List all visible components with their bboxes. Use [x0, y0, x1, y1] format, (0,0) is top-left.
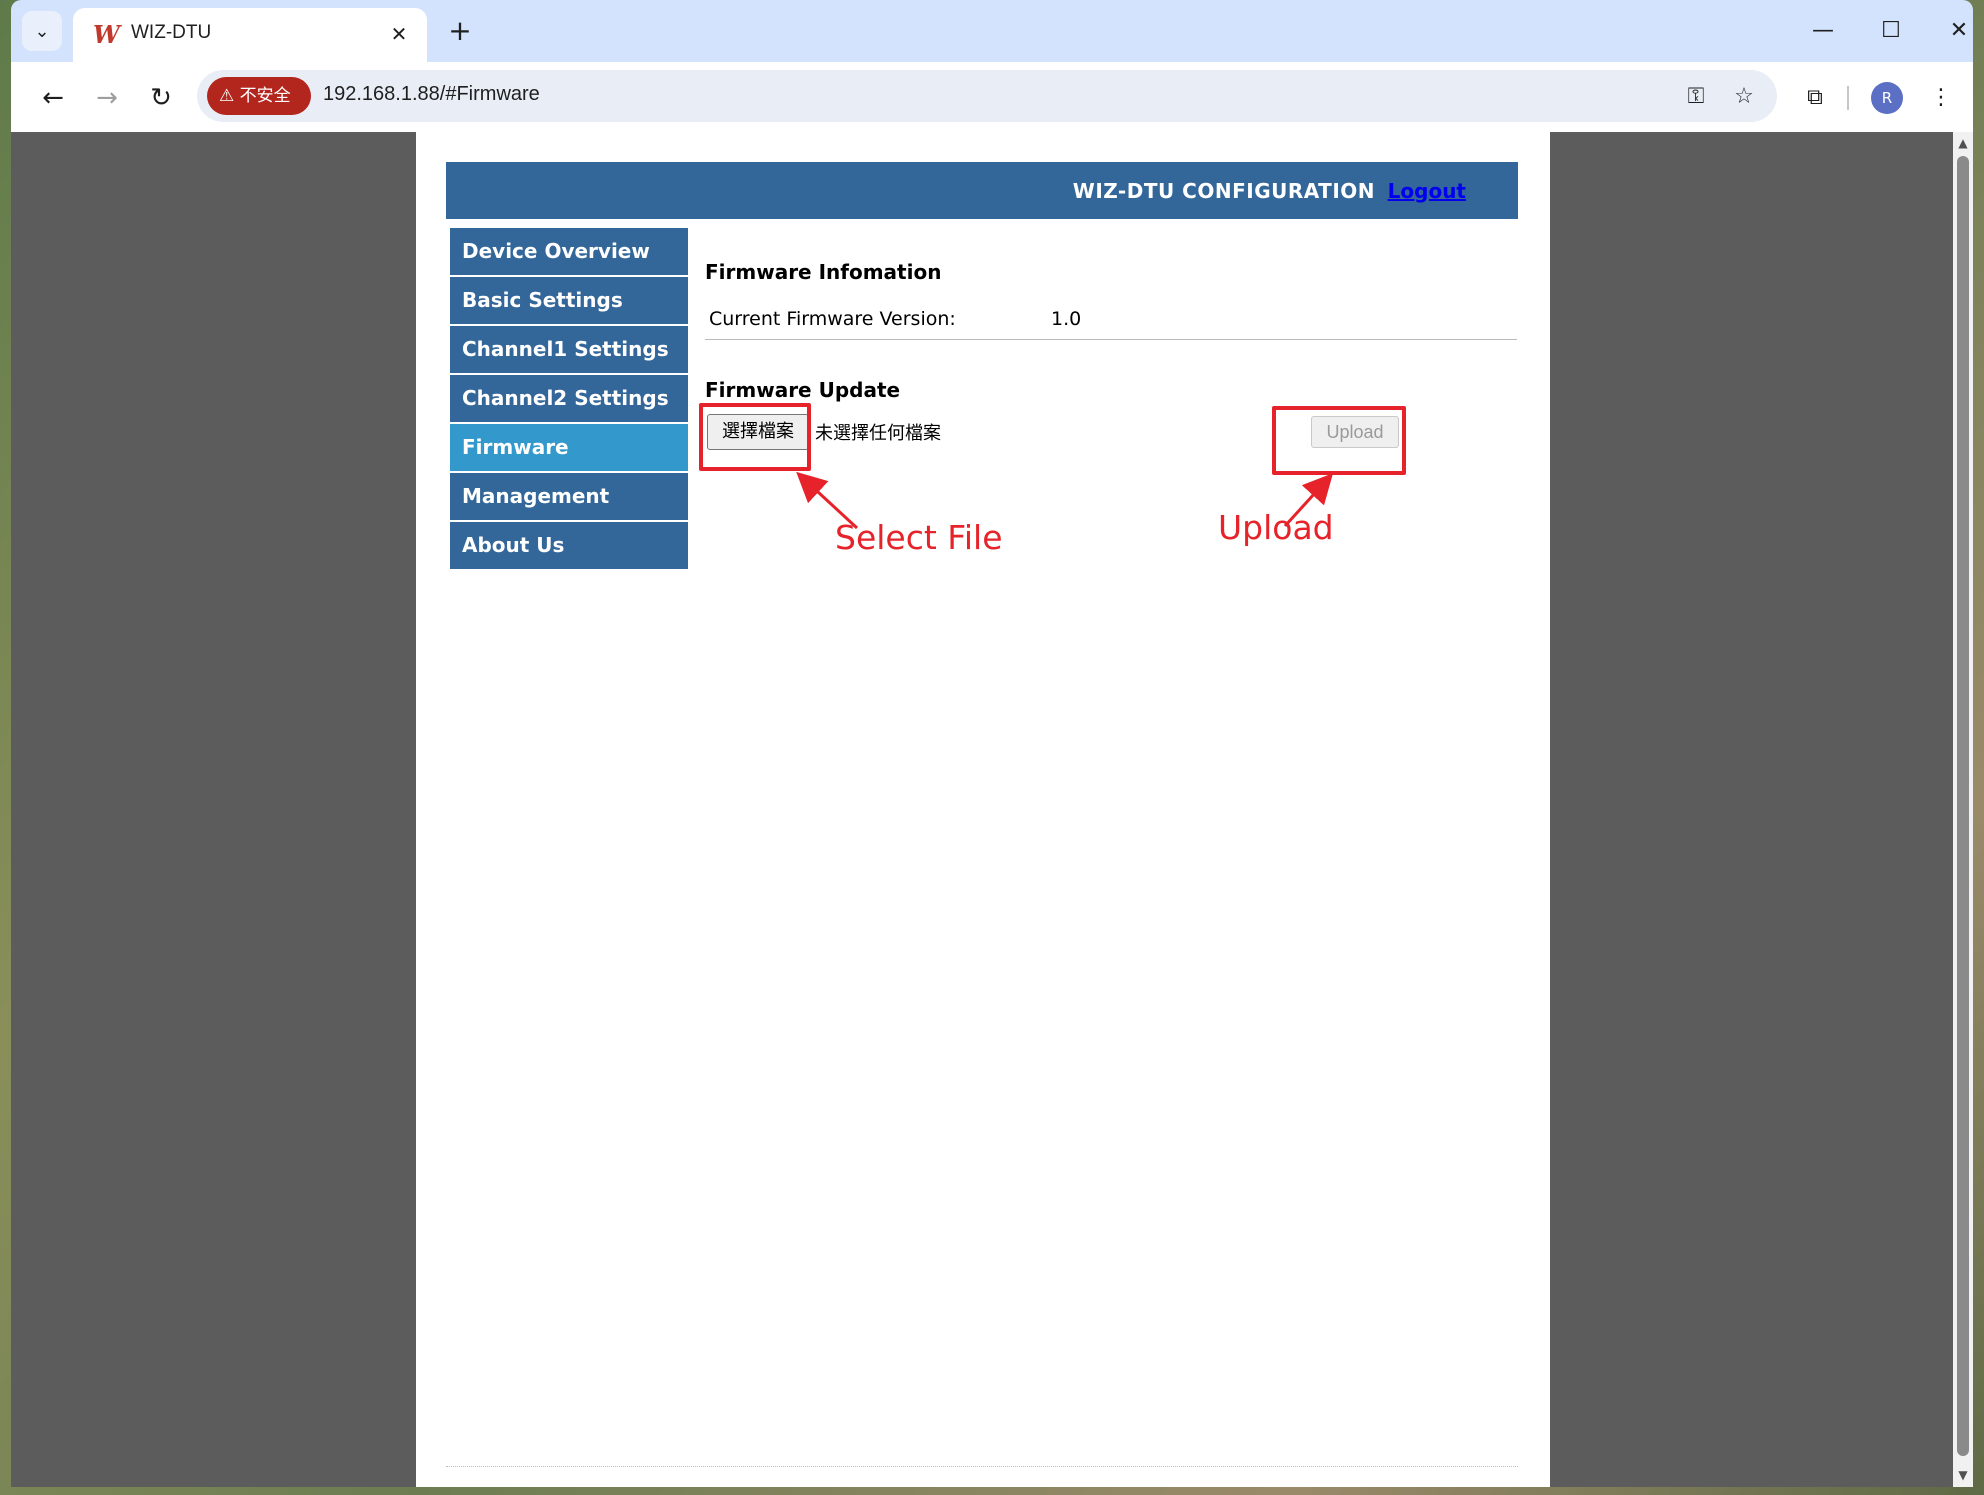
insecure-badge[interactable]: ⚠ 不安全	[207, 77, 311, 115]
sidebar-item-firmware[interactable]: Firmware	[450, 424, 688, 471]
browser-tab[interactable]: W WIZ-DTU ✕	[73, 8, 427, 62]
header-bar: WIZ-DTU CONFIGURATION Logout	[446, 162, 1518, 219]
tab-strip: ⌄ W WIZ-DTU ✕ + — ☐ ✕	[11, 0, 1973, 62]
kebab-menu-icon[interactable]: ⋮	[1923, 80, 1959, 116]
select-file-annotation: Select File	[835, 518, 1003, 557]
tab-title: WIZ-DTU	[131, 22, 212, 43]
browser-window: ⌄ W WIZ-DTU ✕ + — ☐ ✕ ← → ↻ ⚠ 不安全 192.16…	[11, 0, 1973, 1487]
scroll-down-icon[interactable]: ▼	[1956, 1468, 1970, 1482]
firmware-update-heading: Firmware Update	[705, 378, 901, 402]
browser-toolbar: ← → ↻ ⚠ 不安全 192.168.1.88/#Firmware ⚿ ☆ ⧉…	[11, 62, 1973, 132]
extensions-puzzle-icon[interactable]: ⧉	[1797, 80, 1833, 116]
minimize-icon[interactable]: —	[1803, 14, 1843, 48]
new-tab-button[interactable]: +	[443, 14, 477, 48]
window-close-icon[interactable]: ✕	[1939, 14, 1973, 48]
toolbar-divider	[1847, 86, 1849, 110]
sidebar-menu: Device Overview Basic Settings Channel1 …	[450, 228, 688, 571]
chevron-down-icon[interactable]: ⌄	[22, 11, 62, 51]
config-page: WIZ-DTU CONFIGURATION Logout Device Over…	[416, 132, 1550, 1487]
sidebar-item-management[interactable]: Management	[450, 473, 688, 520]
logout-link[interactable]: Logout	[1388, 179, 1466, 203]
upload-annotation: Upload	[1218, 508, 1334, 547]
no-file-chosen-text: 未選擇任何檔案	[815, 423, 941, 444]
page-viewport: WIZ-DTU CONFIGURATION Logout Device Over…	[11, 132, 1973, 1487]
select-file-highlight	[699, 403, 811, 471]
bookmark-star-icon[interactable]: ☆	[1729, 82, 1759, 112]
upload-highlight	[1272, 406, 1406, 475]
maximize-icon[interactable]: ☐	[1871, 14, 1911, 48]
reload-icon[interactable]: ↻	[143, 80, 179, 116]
footer-divider	[446, 1466, 1518, 1467]
sidebar-item-channel1-settings[interactable]: Channel1 Settings	[450, 326, 688, 373]
sidebar-item-channel2-settings[interactable]: Channel2 Settings	[450, 375, 688, 422]
sidebar-item-basic-settings[interactable]: Basic Settings	[450, 277, 688, 324]
warning-icon: ⚠	[219, 86, 235, 106]
sidebar-item-device-overview[interactable]: Device Overview	[450, 228, 688, 275]
sidebar-item-about-us[interactable]: About Us	[450, 522, 688, 569]
address-bar[interactable]: ⚠ 不安全 192.168.1.88/#Firmware ⚿ ☆	[197, 70, 1777, 122]
scroll-thumb[interactable]	[1957, 156, 1969, 1456]
firmware-version-value: 1.0	[1051, 308, 1082, 330]
url-text[interactable]: 192.168.1.88/#Firmware	[323, 83, 540, 106]
back-arrow-icon[interactable]: ←	[35, 80, 71, 116]
close-icon[interactable]: ✕	[385, 20, 413, 48]
page-title: WIZ-DTU CONFIGURATION	[1072, 179, 1375, 203]
forward-arrow-icon[interactable]: →	[89, 80, 125, 116]
firmware-info-heading: Firmware Infomation	[705, 260, 942, 284]
firmware-version-row: Current Firmware Version: 1.0	[705, 304, 1517, 340]
page-scrollbar[interactable]: ▲ ▼	[1953, 132, 1973, 1487]
scroll-up-icon[interactable]: ▲	[1956, 136, 1970, 150]
firmware-version-label: Current Firmware Version:	[709, 308, 956, 330]
wiznet-logo-icon: W	[93, 20, 120, 49]
avatar[interactable]: R	[1871, 82, 1903, 114]
password-key-icon[interactable]: ⚿	[1681, 82, 1711, 112]
